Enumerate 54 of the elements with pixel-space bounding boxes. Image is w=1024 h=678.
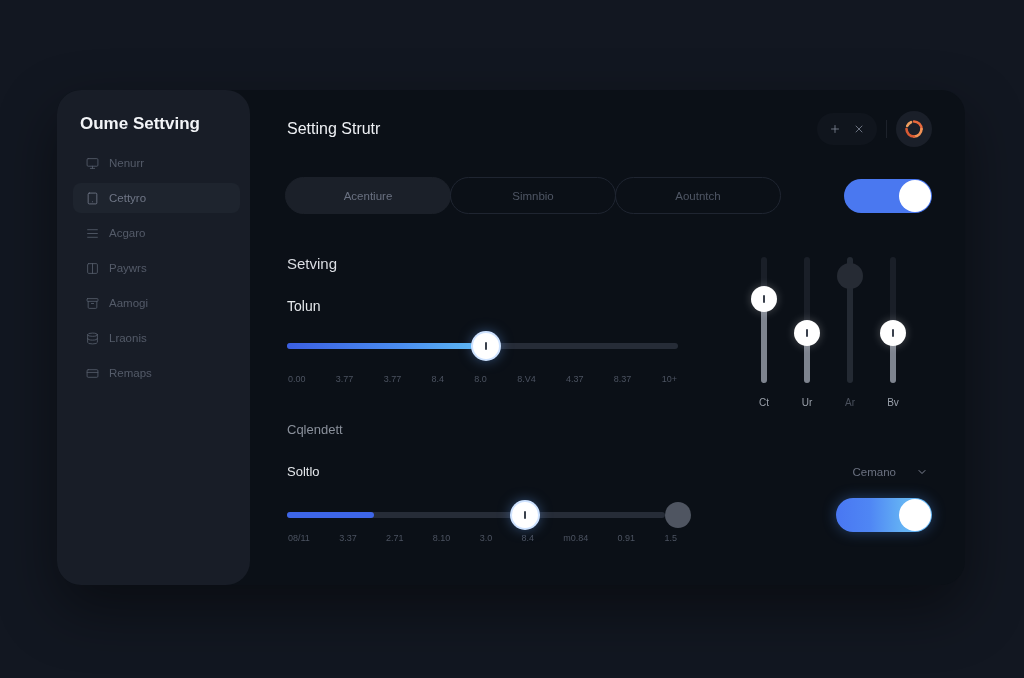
plus-icon [829,122,841,135]
sidebar-item[interactable]: Aamogi [73,288,240,318]
sidebar-item[interactable]: Acgaro [73,218,240,248]
tick-label: m0.84 [563,532,589,544]
card-icon [86,366,99,380]
tick-label: 8.V4 [517,373,536,385]
sidebar-item[interactable]: Remaps [73,358,240,388]
tick-label: 08/11 [288,532,310,544]
tick-label: 0.00 [288,373,306,385]
round-icon-button[interactable] [896,110,932,147]
tablet-icon [86,191,99,205]
tick-label: 8.4 [521,532,534,544]
archive-icon [86,296,99,310]
slider-label: Ar [845,397,855,409]
sidebar-item[interactable]: Paywrs [73,253,240,283]
slider-label: Bv [887,397,899,409]
section-heading: Setving [287,255,338,273]
tick-label: 2.71 [386,532,404,544]
tick-label: 8.4 [431,373,445,385]
tick-label: 8.37 [613,373,632,385]
tick-label: 4.37 [566,373,584,385]
monitor-icon [86,156,99,170]
slider-label: Ur [801,397,813,409]
slider-thumb[interactable] [512,502,539,528]
tick-label: 3.77 [383,373,402,385]
sidebar-item[interactable]: Cettyro [73,183,240,213]
columns-icon [86,261,99,275]
tick-label: 0.91 [617,532,636,544]
tick-label: 1.5 [664,532,677,544]
sidebar-item[interactable]: Nenurr [73,148,240,178]
toggle-switch[interactable] [844,178,932,213]
page-title: Setting Strutr [287,119,381,138]
dropdown[interactable]: Cemano [852,464,928,480]
slider-label: Tolun [287,298,321,314]
database-icon [86,331,99,345]
tick-label: 3.37 [339,532,357,544]
list-icon [86,226,99,240]
sidebar-item[interactable]: Lraonis [73,323,240,353]
slider-label: Ct [759,397,769,409]
slider-label: Soltlo [287,464,320,480]
slider-thumb[interactable] [794,319,820,346]
tab[interactable]: Acentiure [285,177,451,214]
ring-icon [904,118,924,139]
tick-label: 3.77 [335,373,354,385]
slider-thumb[interactable] [880,319,906,346]
toggle-switch[interactable] [836,498,932,532]
section-heading: Cqlendett [287,422,343,438]
sidebar-title: Oume Settving [80,114,200,134]
slider-thumb[interactable] [473,333,500,359]
tick-label: 8.10 [432,532,451,544]
tick-label: 3.0 [479,532,493,544]
tick-label: 10+ [661,373,677,385]
tick-label: 8.0 [474,373,487,385]
slider-thumb[interactable] [751,285,777,312]
